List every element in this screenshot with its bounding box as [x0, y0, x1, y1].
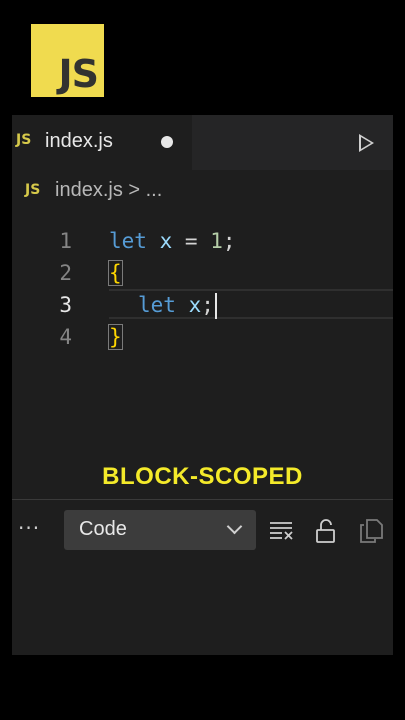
js-logo-text: JS	[58, 52, 99, 96]
play-icon[interactable]	[359, 134, 374, 152]
operator: =	[172, 229, 211, 253]
js-file-icon: JS	[16, 132, 32, 148]
code-text: }	[108, 321, 123, 353]
lock-icon[interactable]	[313, 518, 339, 544]
semicolon: ;	[222, 229, 236, 253]
js-logo: JS	[31, 24, 104, 97]
code-editor: JS index.js JS index.js > ... 1 let x = …	[12, 115, 393, 655]
clear-output-icon[interactable]	[268, 518, 294, 544]
code-text: let x;	[138, 289, 217, 321]
code-line: 1 let x = 1;	[12, 225, 393, 257]
line-number: 3	[59, 293, 72, 317]
breadcrumb-path[interactable]: index.js > ...	[55, 180, 162, 200]
tab-bar: JS index.js	[12, 115, 393, 170]
code-text: {	[108, 257, 123, 289]
semicolon: ;	[201, 293, 214, 317]
select-value: Code	[79, 518, 127, 540]
line-number: 1	[59, 229, 72, 253]
panel-divider	[12, 499, 393, 500]
close-brace: }	[108, 324, 123, 350]
number-literal: 1	[210, 229, 223, 253]
output-channel-select[interactable]: Code	[64, 510, 256, 550]
keyword: let	[138, 293, 176, 317]
output-toolbar: ··· Code	[12, 510, 393, 552]
line-number: 4	[59, 325, 72, 349]
open-brace: {	[108, 260, 123, 286]
code-line-active: 3 let x;	[12, 289, 393, 321]
unsaved-dot-icon[interactable]	[161, 136, 173, 148]
more-icon[interactable]: ···	[18, 516, 40, 540]
text-cursor	[214, 293, 217, 319]
js-file-icon: JS	[25, 182, 41, 198]
caption-banner: BLOCK-SCOPED	[102, 463, 303, 490]
line-number: 2	[59, 261, 72, 285]
keyword: let	[109, 229, 147, 253]
variable: x	[159, 229, 173, 253]
code-text: let x = 1;	[109, 225, 236, 257]
variable: x	[188, 293, 202, 317]
copy-icon[interactable]	[358, 518, 384, 544]
tab-filename: index.js	[45, 130, 113, 152]
code-line: 2 {	[12, 257, 393, 289]
tab-index-js[interactable]: JS index.js	[12, 115, 192, 170]
chevron-down-icon	[226, 518, 243, 535]
breadcrumb: JS index.js > ...	[12, 177, 393, 207]
code-line: 4 }	[12, 321, 393, 353]
